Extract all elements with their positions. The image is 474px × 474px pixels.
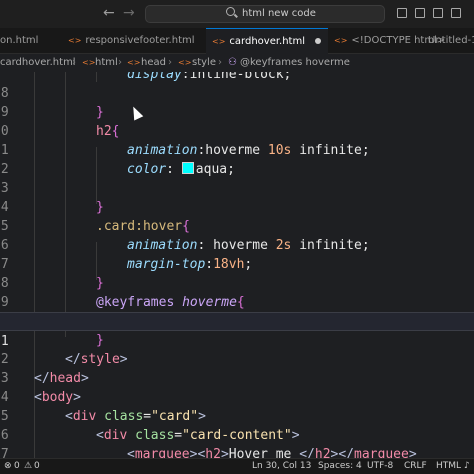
code-line: 24 bbox=[0, 179, 474, 215]
tab-label: Untitled-1 bbox=[428, 35, 474, 46]
back-arrow-icon[interactable]: ← bbox=[103, 5, 115, 21]
language-mode[interactable]: HTML bbox=[436, 459, 461, 474]
code-line: 37 <div class="card-content"> bbox=[0, 426, 474, 458]
breadcrumb-separator: › bbox=[118, 57, 122, 68]
line-content: margin-top:18vh; bbox=[127, 257, 253, 272]
code-line: 20 } bbox=[0, 103, 474, 139]
line-content: <marquee><h2>Hover me </h2></marquee> bbox=[127, 447, 417, 458]
tab-responsivefooter[interactable]: <> responsivefooter.html bbox=[62, 28, 196, 54]
line-content: h2{ bbox=[96, 124, 120, 139]
search-text: html new code bbox=[242, 8, 316, 19]
code-line: 25 } bbox=[0, 198, 474, 234]
code-line: 21 h2{ bbox=[0, 122, 474, 158]
line-content: } bbox=[96, 200, 104, 215]
line-content: display:inline-block; bbox=[127, 72, 292, 82]
breadcrumb-item-keyframes[interactable]: @keyframes hoverme bbox=[240, 54, 350, 72]
line-content: </style> bbox=[65, 352, 128, 367]
tab-untitled[interactable]: Untitled-1 bbox=[428, 28, 474, 54]
code-line: 27 animation: hoverme 2s infinite; bbox=[0, 236, 474, 272]
tab-label: on.html bbox=[0, 35, 39, 46]
indentation-setting[interactable]: Spaces: 4 bbox=[318, 459, 362, 474]
line-content: animation:hoverme 10s infinite; bbox=[127, 143, 370, 158]
command-center-search[interactable]: html new code bbox=[145, 5, 385, 23]
code-line: 23 color: aqua; bbox=[0, 160, 474, 196]
encoding[interactable]: UTF-8 bbox=[367, 459, 393, 474]
code-line: 19 bbox=[0, 84, 474, 120]
warning-count[interactable]: 0 bbox=[34, 459, 40, 474]
breadcrumb: cardhover.html › <> html › <> head › <> … bbox=[0, 54, 474, 72]
status-bar: ⊗ 0 ⚠ 0 Ln 30, Col 13 Spaces: 4 UTF-8 CR… bbox=[0, 458, 474, 474]
cursor-position[interactable]: Ln 30, Col 13 bbox=[252, 459, 311, 474]
code-line: 38 <marquee><h2>Hover me </h2></marquee> bbox=[0, 445, 474, 458]
line-content: } bbox=[96, 105, 104, 120]
layout-icon[interactable] bbox=[451, 8, 461, 18]
code-line: 34 </head> bbox=[0, 369, 474, 405]
bell-icon[interactable]: ♪ bbox=[464, 459, 470, 474]
line-content: } bbox=[96, 333, 104, 348]
tab-label: responsivefooter.html bbox=[85, 35, 195, 46]
code-line: 22 animation:hoverme 10s infinite; bbox=[0, 141, 474, 177]
title-bar: ← → html new code bbox=[0, 0, 474, 28]
line-content: </head> bbox=[34, 371, 89, 386]
line-content: <div class="card-content"> bbox=[96, 428, 300, 443]
breadcrumb-item-style[interactable]: style bbox=[192, 54, 216, 72]
panel-right-icon[interactable] bbox=[433, 8, 443, 18]
breadcrumb-separator: › bbox=[72, 57, 76, 68]
warning-icon[interactable]: ⚠ bbox=[24, 459, 32, 474]
code-line: 29 } bbox=[0, 274, 474, 310]
line-ending[interactable]: CRLF bbox=[404, 459, 427, 474]
line-content: @keyframes hoverme{ bbox=[96, 295, 245, 310]
code-line: 28 margin-top:18vh; bbox=[0, 255, 474, 291]
tab-cardhover[interactable]: <> cardhover.html bbox=[206, 28, 328, 54]
line-content: .card:hover{ bbox=[96, 219, 190, 234]
line-content: } bbox=[96, 276, 104, 291]
code-line: 18 display:inline-block; bbox=[0, 72, 474, 101]
html-file-icon: <> bbox=[212, 37, 226, 46]
keyframes-symbol-icon: ⚇ bbox=[228, 57, 237, 68]
editor-tab-bar: on.html <> responsivefooter.html <> cardho… bbox=[0, 28, 474, 54]
breadcrumb-separator: › bbox=[218, 57, 222, 68]
breadcrumb-item-html[interactable]: html bbox=[95, 54, 118, 72]
html-file-icon: <> bbox=[68, 36, 82, 45]
breadcrumb-file[interactable]: cardhover.html bbox=[0, 54, 76, 72]
tab-on-html[interactable]: on.html bbox=[0, 28, 58, 54]
line-content: <body> bbox=[34, 390, 81, 405]
html-file-icon: <> bbox=[334, 36, 348, 45]
code-line: 36 <div class="card"> bbox=[0, 407, 474, 443]
code-line-current: 31 bbox=[0, 312, 474, 349]
tab-doctype[interactable]: <> <!DOCTYPE html> bbox=[330, 28, 445, 54]
line-content: animation: hoverme 2s infinite; bbox=[127, 238, 370, 253]
tab-label: cardhover.html bbox=[229, 36, 305, 47]
forward-arrow-icon[interactable]: → bbox=[123, 5, 135, 21]
unsaved-dot-icon[interactable] bbox=[315, 38, 321, 44]
html-element-icon: <> bbox=[178, 58, 192, 67]
breadcrumb-item-head[interactable]: head bbox=[141, 54, 166, 72]
line-content: <div class="card"> bbox=[65, 409, 206, 424]
breadcrumb-separator: › bbox=[168, 57, 172, 68]
error-count[interactable]: 0 bbox=[14, 459, 20, 474]
code-line: 33 </style> bbox=[0, 350, 474, 386]
line-content: color: aqua; bbox=[127, 162, 235, 177]
code-editor[interactable]: 18 display:inline-block; 19 20 } 21 h2{ … bbox=[0, 72, 474, 458]
color-swatch[interactable] bbox=[181, 162, 194, 174]
html-element-icon: <> bbox=[127, 58, 141, 67]
error-icon[interactable]: ⊗ bbox=[4, 459, 12, 474]
html-element-icon: <> bbox=[82, 58, 96, 67]
code-line: 35 <body> bbox=[0, 388, 474, 424]
panel-left-icon[interactable] bbox=[397, 8, 407, 18]
code-line: 32 } bbox=[0, 331, 474, 367]
code-line: 26 .card:hover{ bbox=[0, 217, 474, 253]
search-icon bbox=[226, 7, 235, 16]
code-line: 30 @keyframes hoverme{ bbox=[0, 293, 474, 329]
panel-bottom-icon[interactable] bbox=[415, 8, 425, 18]
